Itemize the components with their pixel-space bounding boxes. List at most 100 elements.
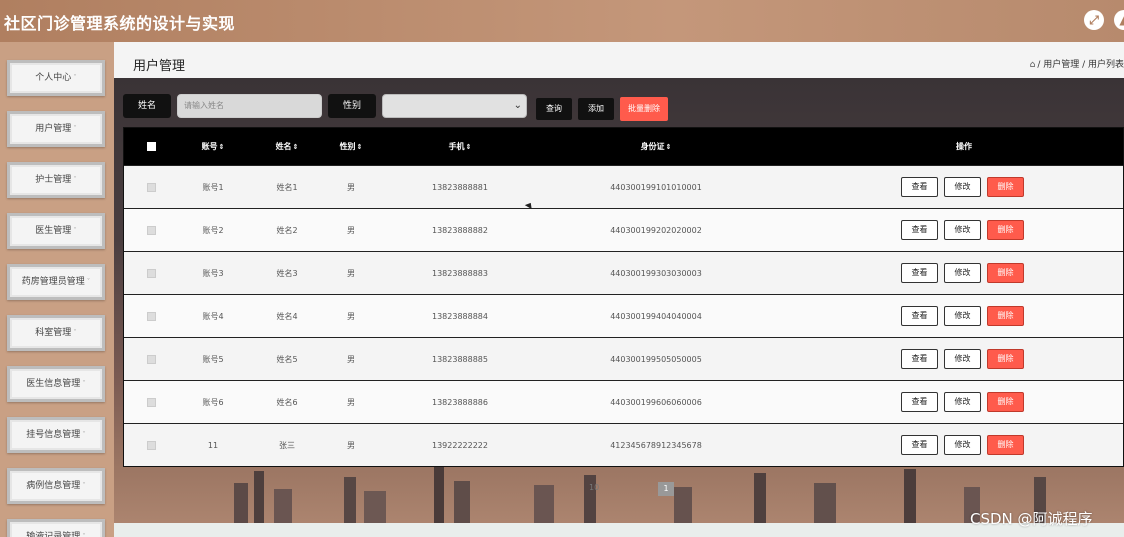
row-checkbox[interactable] bbox=[146, 354, 156, 364]
col-idcard-label: 身份证 bbox=[640, 142, 665, 151]
sidebar-item[interactable]: 科室管理 ˇ bbox=[7, 315, 105, 351]
sidebar: 个人中心 ˇ 用户管理 ˇ 护士管理 ˇ 医生管理 ˇ 药房管理员管理 ˇ 科室管理 ˇ 医生信息管理 ˇ… bbox=[0, 42, 114, 537]
chevron-down-icon: ˇ bbox=[86, 278, 91, 286]
app-title: 社区门诊管理系统的设计与实现 bbox=[4, 14, 236, 33]
cell-phone: 13823888886 bbox=[432, 397, 488, 407]
view-button[interactable]: 查看 bbox=[901, 177, 938, 197]
page-number-current[interactable]: 1 bbox=[658, 482, 674, 496]
edit-button[interactable]: 修改 bbox=[944, 392, 981, 412]
cell-gender: 男 bbox=[347, 397, 355, 407]
row-checkbox[interactable] bbox=[146, 440, 156, 450]
row-checkbox[interactable] bbox=[146, 397, 156, 407]
view-button[interactable]: 查看 bbox=[901, 306, 938, 326]
user-table: 账号 ⇕ 姓名 ⇕ 性别 ⇕ 手机 ⇕ 身份证 ⇕ 操作 账号1 姓名1 男 138238888… bbox=[123, 127, 1124, 467]
chevron-down-icon: ˇ bbox=[73, 227, 77, 235]
cell-phone: 13823888883 bbox=[432, 268, 488, 278]
user-icon[interactable]: ▲ bbox=[1114, 10, 1124, 30]
table-header: 账号 ⇕ 姓名 ⇕ 性别 ⇕ 手机 ⇕ 身份证 ⇕ 操作 bbox=[124, 128, 1123, 165]
chevron-down-icon: ˇ bbox=[73, 176, 77, 184]
edit-button[interactable]: 修改 bbox=[944, 220, 981, 240]
edit-button[interactable]: 修改 bbox=[944, 349, 981, 369]
fullscreen-icon[interactable]: ⤢ bbox=[1084, 10, 1104, 30]
breadcrumb-text[interactable]: / 用户管理 / 用户列表 bbox=[1037, 60, 1124, 70]
delete-button[interactable]: 删除 bbox=[987, 220, 1024, 240]
chevron-down-icon: ˇ bbox=[82, 482, 86, 490]
delete-button[interactable]: 删除 bbox=[987, 263, 1024, 283]
row-checkbox[interactable] bbox=[146, 225, 156, 235]
sidebar-item-label: 科室管理 bbox=[35, 328, 72, 338]
delete-button[interactable]: 删除 bbox=[987, 392, 1024, 412]
cell-gender: 男 bbox=[347, 354, 355, 364]
sidebar-item[interactable]: 药房管理员管理 ˇ bbox=[7, 264, 105, 300]
row-checkbox[interactable] bbox=[146, 268, 156, 278]
col-actions: 操作 bbox=[924, 128, 1004, 165]
table-row: 11 张三 男 13922222222 412345678912345678 查看 修改 删除 bbox=[124, 423, 1123, 466]
cell-account: 账号2 bbox=[202, 225, 224, 235]
chevron-down-icon: ˇ bbox=[73, 125, 77, 133]
col-name[interactable]: 姓名 ⇕ bbox=[264, 128, 310, 165]
delete-button[interactable]: 删除 bbox=[987, 435, 1024, 455]
sidebar-item[interactable]: 医生信息管理 ˇ bbox=[7, 366, 105, 402]
sort-icon: ⇕ bbox=[218, 142, 225, 151]
delete-button[interactable]: 删除 bbox=[987, 177, 1024, 197]
view-button[interactable]: 查看 bbox=[901, 349, 938, 369]
col-actions-label: 操作 bbox=[956, 142, 972, 151]
sidebar-item[interactable]: 病例信息管理 ˇ bbox=[7, 468, 105, 504]
edit-button[interactable]: 修改 bbox=[944, 177, 981, 197]
table-row: 账号6 姓名6 男 13823888886 440300199606060006 查看 修改… bbox=[124, 380, 1123, 423]
sidebar-item[interactable]: 用户管理 ˇ bbox=[7, 111, 105, 147]
sidebar-item[interactable]: 输液记录管理 ˇ bbox=[7, 519, 105, 537]
cell-phone: 13823888885 bbox=[432, 354, 488, 364]
select-all-checkbox[interactable] bbox=[146, 142, 156, 151]
cell-idcard: 440300199101010001 bbox=[610, 182, 702, 192]
col-phone-label: 手机 bbox=[448, 142, 465, 151]
cell-account: 账号1 bbox=[202, 182, 224, 192]
name-label: 姓名 bbox=[123, 94, 171, 118]
delete-button[interactable]: 删除 bbox=[987, 306, 1024, 326]
batch-delete-button[interactable]: 批量删除 bbox=[620, 97, 668, 121]
home-icon[interactable]: ⌂ bbox=[1030, 60, 1036, 70]
sidebar-item[interactable]: 医生管理 ˇ bbox=[7, 213, 105, 249]
col-account[interactable]: 账号 ⇕ bbox=[188, 128, 238, 165]
cell-name: 姓名1 bbox=[276, 182, 298, 192]
row-checkbox[interactable] bbox=[146, 182, 156, 192]
edit-button[interactable]: 修改 bbox=[944, 306, 981, 326]
table-row: 账号3 姓名3 男 13823888883 440300199303030003 查看 修改… bbox=[124, 251, 1123, 294]
gender-select[interactable]: ⌄ bbox=[382, 94, 527, 118]
sidebar-item[interactable]: 个人中心 ˇ bbox=[7, 60, 105, 96]
delete-button[interactable]: 删除 bbox=[987, 349, 1024, 369]
page-size-text[interactable]: 10 bbox=[589, 483, 599, 492]
cell-idcard: 412345678912345678 bbox=[610, 440, 702, 450]
view-button[interactable]: 查看 bbox=[901, 435, 938, 455]
add-button[interactable]: 添加 bbox=[578, 98, 614, 120]
query-button[interactable]: 查询 bbox=[536, 98, 572, 120]
cell-phone: 13823888882 bbox=[432, 225, 488, 235]
table-row: 账号1 姓名1 男 13823888881 440300199101010001 查看 修改… bbox=[124, 165, 1123, 208]
view-button[interactable]: 查看 bbox=[901, 392, 938, 412]
cell-phone: 13823888881 bbox=[432, 182, 488, 192]
cell-idcard: 440300199202020002 bbox=[610, 225, 702, 235]
name-search-input[interactable]: 请输入姓名 bbox=[177, 94, 322, 118]
row-checkbox[interactable] bbox=[146, 311, 156, 321]
col-gender[interactable]: 性别 ⇕ bbox=[328, 128, 374, 165]
col-phone[interactable]: 手机 ⇕ bbox=[418, 128, 502, 165]
chevron-down-icon: ˇ bbox=[73, 74, 77, 82]
cell-name: 张三 bbox=[279, 440, 295, 450]
sort-icon: ⇕ bbox=[465, 142, 472, 151]
view-button[interactable]: 查看 bbox=[901, 220, 938, 240]
page-title: 用户管理 bbox=[133, 59, 186, 74]
view-button[interactable]: 查看 bbox=[901, 263, 938, 283]
sort-icon: ⇕ bbox=[356, 142, 363, 151]
col-idcard[interactable]: 身份证 ⇕ bbox=[586, 128, 726, 165]
sidebar-item[interactable]: 挂号信息管理 ˇ bbox=[7, 417, 105, 453]
cell-account: 账号4 bbox=[202, 311, 224, 321]
edit-button[interactable]: 修改 bbox=[944, 435, 981, 455]
cell-name: 姓名2 bbox=[276, 225, 298, 235]
page-header: 用户管理 ⌂ / 用户管理 / 用户列表 bbox=[114, 42, 1124, 78]
cell-idcard: 440300199505050005 bbox=[610, 354, 702, 364]
sidebar-item-label: 护士管理 bbox=[35, 175, 72, 185]
cell-gender: 男 bbox=[347, 182, 355, 192]
edit-button[interactable]: 修改 bbox=[944, 263, 981, 283]
sidebar-item[interactable]: 护士管理 ˇ bbox=[7, 162, 105, 198]
table-row: 账号2 姓名2 男 13823888882 440300199202020002 查看 修改… bbox=[124, 208, 1123, 251]
